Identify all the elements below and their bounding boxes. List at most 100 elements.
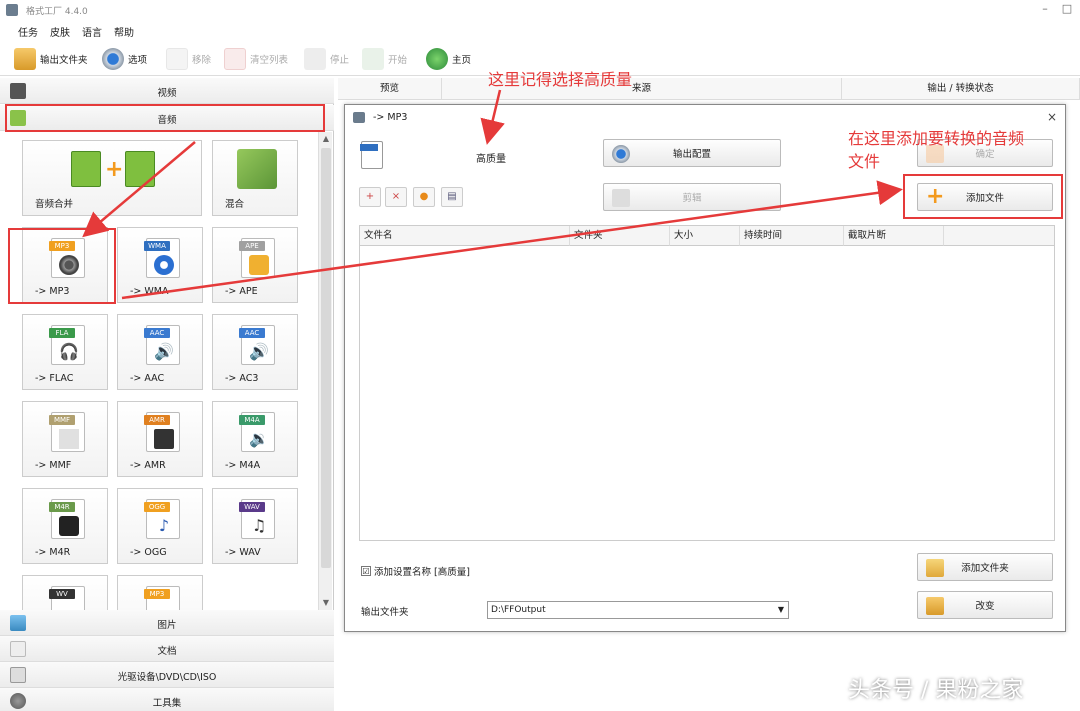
category-rom[interactable]: 光驱设备\DVD\CD\ISO	[0, 662, 334, 688]
window-title: 格式工厂 4.4.0	[26, 7, 88, 17]
remove-file-icon[interactable]: ×	[385, 187, 407, 207]
category-tools-label: 工具集	[152, 698, 182, 709]
plus-icon: +	[105, 157, 124, 182]
header-clip-range[interactable]: 截取片断	[844, 226, 944, 246]
output-config-button[interactable]: 输出配置	[603, 139, 781, 167]
header-folder[interactable]: 文件夹	[570, 226, 670, 246]
tile-wma[interactable]: WMA -> WMA	[117, 227, 203, 303]
tile-scrollbar[interactable]: ▲ ▼	[318, 132, 332, 610]
file-table[interactable]: 文件名 文件夹 大小 持续时间 截取片断	[359, 225, 1055, 541]
music-file-icon	[71, 151, 101, 187]
tile-amr[interactable]: AMR -> AMR	[117, 401, 203, 477]
start-button[interactable]: 开始	[362, 46, 407, 72]
format-badge: WV	[49, 589, 75, 599]
wv-file-icon: WV	[49, 586, 85, 610]
folder-icon	[926, 597, 944, 615]
music-file-icon	[125, 151, 155, 187]
chevron-down-icon[interactable]: ▼	[778, 602, 784, 618]
tile-m4a[interactable]: M4A 🔉 -> M4A	[212, 401, 298, 477]
add-file-small-icon[interactable]: +	[359, 187, 381, 207]
mp3-profile-icon	[360, 141, 383, 169]
add-setting-name-checkbox[interactable]: ☑ 添加设置名称 [高质量]	[361, 564, 470, 578]
header-duration[interactable]: 持续时间	[740, 226, 844, 246]
menu-help[interactable]: 帮助	[114, 24, 134, 39]
tile-label: -> FLAC	[35, 373, 74, 384]
tile-ac3[interactable]: AAC 🔊 -> AC3	[212, 314, 298, 390]
close-button[interactable]: ×	[1047, 110, 1057, 124]
folder-plus-icon	[926, 559, 944, 577]
folder-icon	[14, 48, 36, 70]
category-video-label: 视频	[157, 88, 177, 99]
annotation-quality-note: 这里记得选择高质量	[488, 70, 633, 89]
clip-button[interactable]: 剪辑	[603, 183, 781, 211]
minimize-button[interactable]: –	[1038, 2, 1052, 16]
output-folder-button[interactable]: 输出文件夹	[14, 46, 88, 72]
tile-wav[interactable]: WAV ♫ -> WAV	[212, 488, 298, 564]
tile-label: 音频合并	[35, 199, 74, 210]
home-button[interactable]: 主页	[426, 46, 471, 72]
annotation-box-add-file	[903, 174, 1063, 219]
annotation-add-note-line2: 文件	[848, 152, 881, 171]
remove-button[interactable]: 移除	[166, 46, 211, 72]
options-button[interactable]: 选项	[102, 46, 147, 72]
stop-label: 停止	[330, 55, 350, 66]
tile-mmf[interactable]: MMF -> MMF	[22, 401, 108, 477]
output-path-value: D:\FFOutput	[491, 605, 546, 615]
tile-wv[interactable]: WV	[22, 575, 108, 610]
tile-flac[interactable]: FLA 🎧 -> FLAC	[22, 314, 108, 390]
add-folder-label: 添加文件夹	[961, 563, 1009, 574]
output-folder-label: 输出文件夹	[40, 55, 88, 66]
menu-skin[interactable]: 皮肤	[50, 24, 70, 39]
stop-button[interactable]: 停止	[304, 46, 349, 72]
category-document-label: 文档	[157, 646, 177, 657]
category-tools[interactable]: 工具集	[0, 688, 334, 711]
tile-label: -> M4A	[225, 460, 261, 471]
box-icon	[249, 255, 269, 275]
tile-label: -> AMR	[130, 460, 166, 471]
annotation-add-note-line1: 在这里添加要转换的音频	[848, 129, 1025, 148]
format-badge: AMR	[144, 415, 170, 425]
m4a-file-icon: M4A 🔉	[239, 412, 275, 452]
tile-mix[interactable]: 混合	[212, 140, 298, 216]
scroll-thumb[interactable]	[321, 148, 331, 568]
format-badge: MMF	[49, 415, 75, 425]
format-badge: AAC	[144, 328, 170, 338]
column-preview[interactable]: 预览	[338, 78, 442, 100]
category-document[interactable]: 文档	[0, 636, 334, 662]
menu-language[interactable]: 语言	[82, 24, 102, 39]
clip-label: 剪辑	[682, 193, 702, 204]
format-badge: M4A	[239, 415, 265, 425]
checkbox-box[interactable]: ☑	[361, 566, 371, 576]
speaker-icon: 🔊	[154, 342, 174, 361]
info-icon[interactable]: ▤	[441, 187, 463, 207]
tile-m4r[interactable]: M4R -> M4R	[22, 488, 108, 564]
header-filename[interactable]: 文件名	[360, 226, 570, 246]
header-size[interactable]: 大小	[670, 226, 740, 246]
ogg-file-icon: OGG ♪	[144, 499, 180, 539]
menu-task[interactable]: 任务	[18, 24, 38, 39]
column-output-status[interactable]: 输出 / 转换状态	[842, 78, 1080, 100]
maximize-button[interactable]: □	[1060, 2, 1074, 16]
stop-icon	[304, 48, 326, 70]
music-note-icon: ♪	[158, 516, 170, 535]
category-image[interactable]: 图片	[0, 610, 334, 636]
output-folder-select[interactable]: D:\FFOutput ▼	[487, 601, 789, 619]
mp3-badge	[360, 144, 378, 151]
clear-list-button[interactable]: 清空列表	[224, 46, 288, 72]
category-video[interactable]: 视频	[0, 78, 334, 104]
tile-mp3-2[interactable]: MP3	[117, 575, 203, 610]
tile-aac[interactable]: AAC 🔊 -> AAC	[117, 314, 203, 390]
quality-selector[interactable]: 高质量	[476, 150, 506, 165]
add-folder-button[interactable]: 添加文件夹	[917, 553, 1053, 581]
document-icon	[59, 429, 79, 449]
tile-ape[interactable]: APE -> APE	[212, 227, 298, 303]
tile-label: -> WAV	[225, 547, 261, 558]
change-button[interactable]: 改变	[917, 591, 1053, 619]
format-badge: APE	[239, 241, 265, 251]
scroll-up-icon[interactable]: ▲	[319, 132, 333, 146]
tile-ogg[interactable]: OGG ♪ -> OGG	[117, 488, 203, 564]
scroll-down-icon[interactable]: ▼	[319, 596, 333, 610]
tile-audio-merge[interactable]: + 音频合并	[22, 140, 202, 216]
clear-icon	[224, 48, 246, 70]
play-icon[interactable]: ●	[413, 187, 435, 207]
